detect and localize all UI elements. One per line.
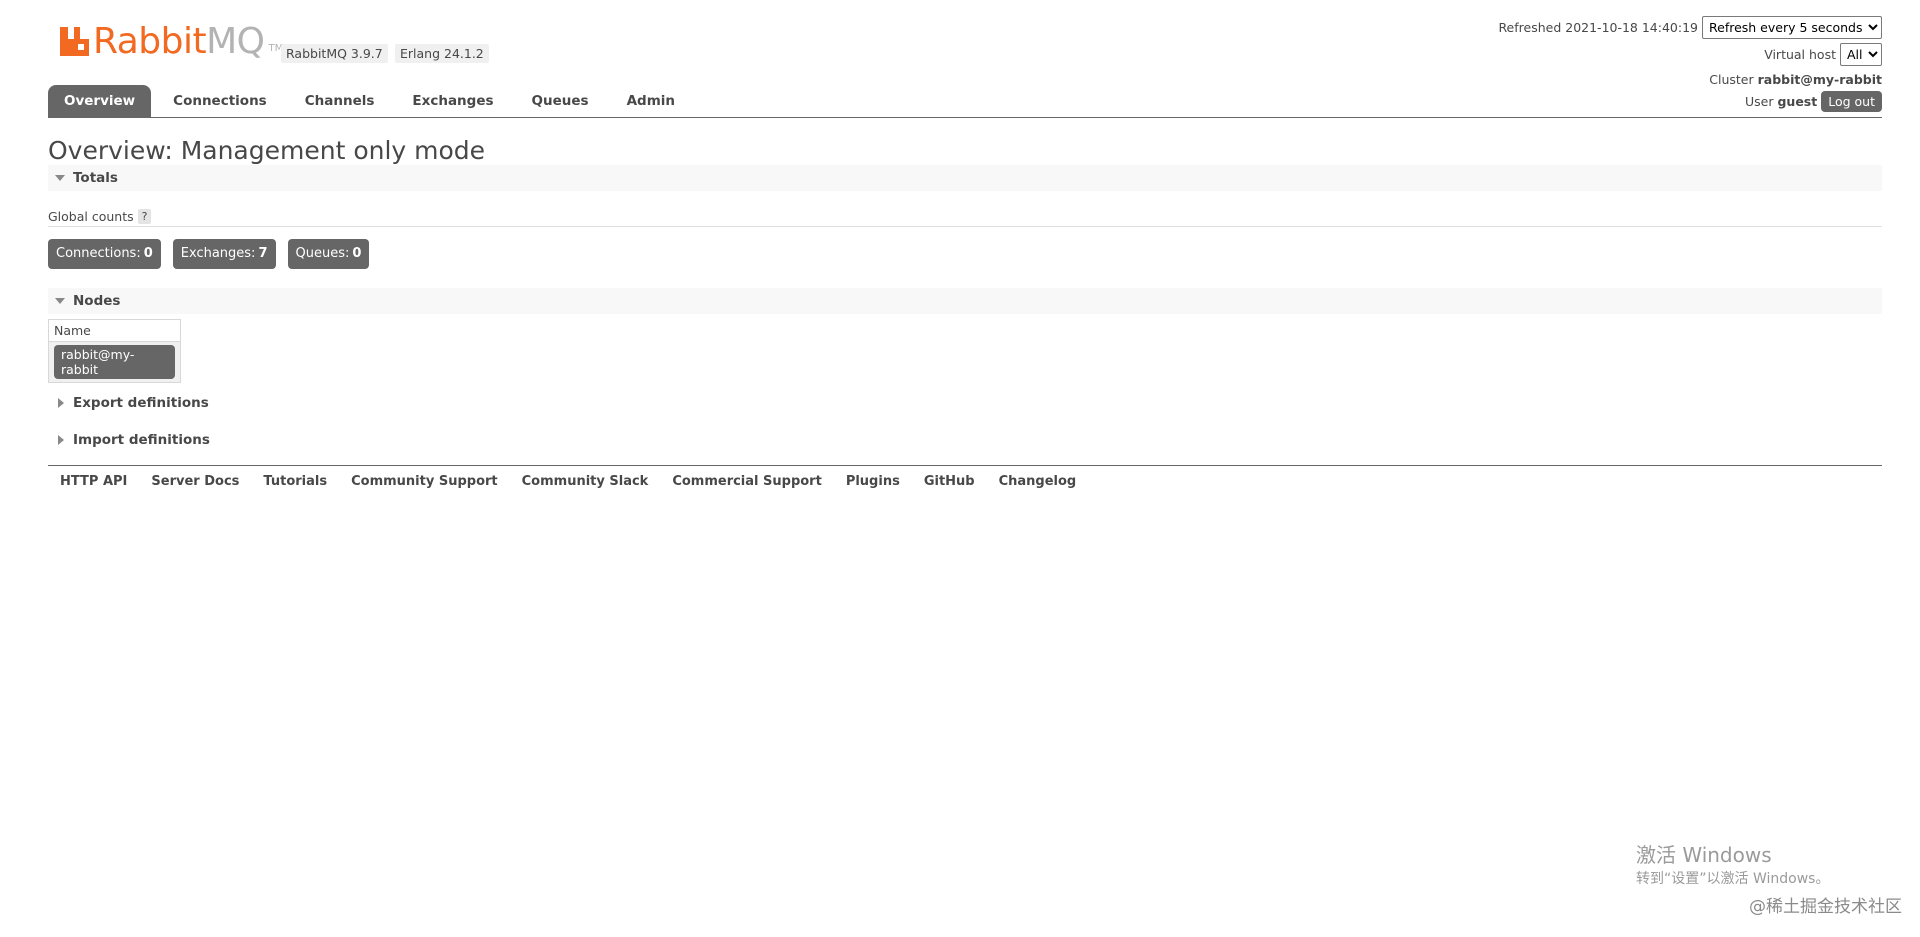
tab-exchanges[interactable]: Exchanges bbox=[396, 85, 509, 117]
export-definitions-heading: Export definitions bbox=[73, 395, 209, 411]
footer-link-tutorials[interactable]: Tutorials bbox=[251, 472, 339, 492]
import-definitions-heading: Import definitions bbox=[73, 432, 210, 448]
expand-arrow-icon bbox=[58, 398, 64, 408]
page-title: Overview: Management only mode bbox=[48, 136, 486, 165]
tab-connections[interactable]: Connections bbox=[157, 85, 283, 117]
juejin-watermark: @稀土掘金技术社区 bbox=[1749, 897, 1902, 917]
footer-link-http-api[interactable]: HTTP API bbox=[48, 472, 139, 492]
erlang-version-badge: Erlang 24.1.2 bbox=[395, 44, 489, 63]
refresh-interval-select[interactable]: Refresh every 5 seconds bbox=[1702, 16, 1882, 39]
footer-link-server-docs[interactable]: Server Docs bbox=[139, 472, 251, 492]
footer-link-community-slack[interactable]: Community Slack bbox=[510, 472, 661, 492]
footer-link-community-support[interactable]: Community Support bbox=[339, 472, 510, 492]
virtual-host-select[interactable]: All bbox=[1840, 43, 1882, 66]
windows-activation-watermark: 激活 Windows 转到“设置”以激活 Windows。 bbox=[1636, 842, 1829, 888]
footer-links: HTTP API Server Docs Tutorials Community… bbox=[48, 465, 1882, 492]
footer-link-github[interactable]: GitHub bbox=[912, 472, 987, 492]
refreshed-timestamp: Refreshed 2021-10-18 14:40:19 bbox=[1498, 20, 1698, 35]
tab-channels[interactable]: Channels bbox=[289, 85, 391, 117]
virtual-host-row: Virtual host All bbox=[1498, 41, 1882, 68]
rabbitmq-logo[interactable]: RabbitMQ TM bbox=[60, 22, 283, 62]
queues-counter[interactable]: Queues: 0 bbox=[287, 239, 370, 269]
nodes-section-toggle[interactable]: Nodes bbox=[48, 288, 1882, 314]
collapse-arrow-icon bbox=[55, 175, 65, 181]
help-button[interactable]: ? bbox=[137, 208, 152, 224]
import-definitions-toggle[interactable]: Import definitions bbox=[48, 427, 1882, 453]
nodes-heading: Nodes bbox=[73, 293, 121, 309]
tab-overview[interactable]: Overview bbox=[48, 85, 152, 117]
nodes-table: Name rabbit@my-rabbit bbox=[48, 319, 181, 383]
collapse-arrow-icon bbox=[55, 298, 65, 304]
node-link[interactable]: rabbit@my-rabbit bbox=[54, 345, 175, 379]
footer-link-commercial-support[interactable]: Commercial Support bbox=[660, 472, 834, 492]
column-header-name: Name bbox=[48, 319, 181, 342]
rabbit-logo-icon bbox=[60, 27, 89, 56]
rabbitmq-version-badge: RabbitMQ 3.9.7 bbox=[281, 44, 388, 63]
main-nav-tabs: Overview Connections Channels Exchanges … bbox=[48, 84, 1882, 118]
global-counts-label: Global counts bbox=[48, 208, 134, 224]
expand-arrow-icon bbox=[58, 435, 64, 445]
refresh-row: Refreshed 2021-10-18 14:40:19 Refresh ev… bbox=[1498, 14, 1882, 41]
rabbitmq-management-page: RabbitMQ TM RabbitMQ 3.9.7 Erlang 24.1.2… bbox=[0, 0, 1920, 937]
global-counts-row: Global counts ? bbox=[48, 206, 1882, 227]
activate-title: 激活 Windows bbox=[1636, 843, 1772, 867]
totals-section-toggle[interactable]: Totals bbox=[48, 165, 1882, 191]
footer-link-plugins[interactable]: Plugins bbox=[834, 472, 912, 492]
footer-link-changelog[interactable]: Changelog bbox=[987, 472, 1089, 492]
table-row: rabbit@my-rabbit bbox=[48, 341, 181, 383]
tab-queues[interactable]: Queues bbox=[516, 85, 605, 117]
global-counters: Connections: 0 Exchanges: 7 Queues: 0 bbox=[48, 239, 381, 269]
logo-text-rabbit: Rabbit bbox=[93, 21, 207, 62]
logo-text-mq: MQ bbox=[206, 21, 265, 62]
tab-admin[interactable]: Admin bbox=[611, 85, 691, 117]
activate-subtitle: 转到“设置”以激活 Windows。 bbox=[1636, 871, 1830, 887]
export-definitions-toggle[interactable]: Export definitions bbox=[48, 390, 1882, 416]
connections-counter[interactable]: Connections: 0 bbox=[48, 239, 161, 269]
exchanges-counter[interactable]: Exchanges: 7 bbox=[172, 239, 276, 269]
totals-heading: Totals bbox=[73, 170, 118, 186]
virtual-host-label: Virtual host bbox=[1764, 47, 1836, 62]
